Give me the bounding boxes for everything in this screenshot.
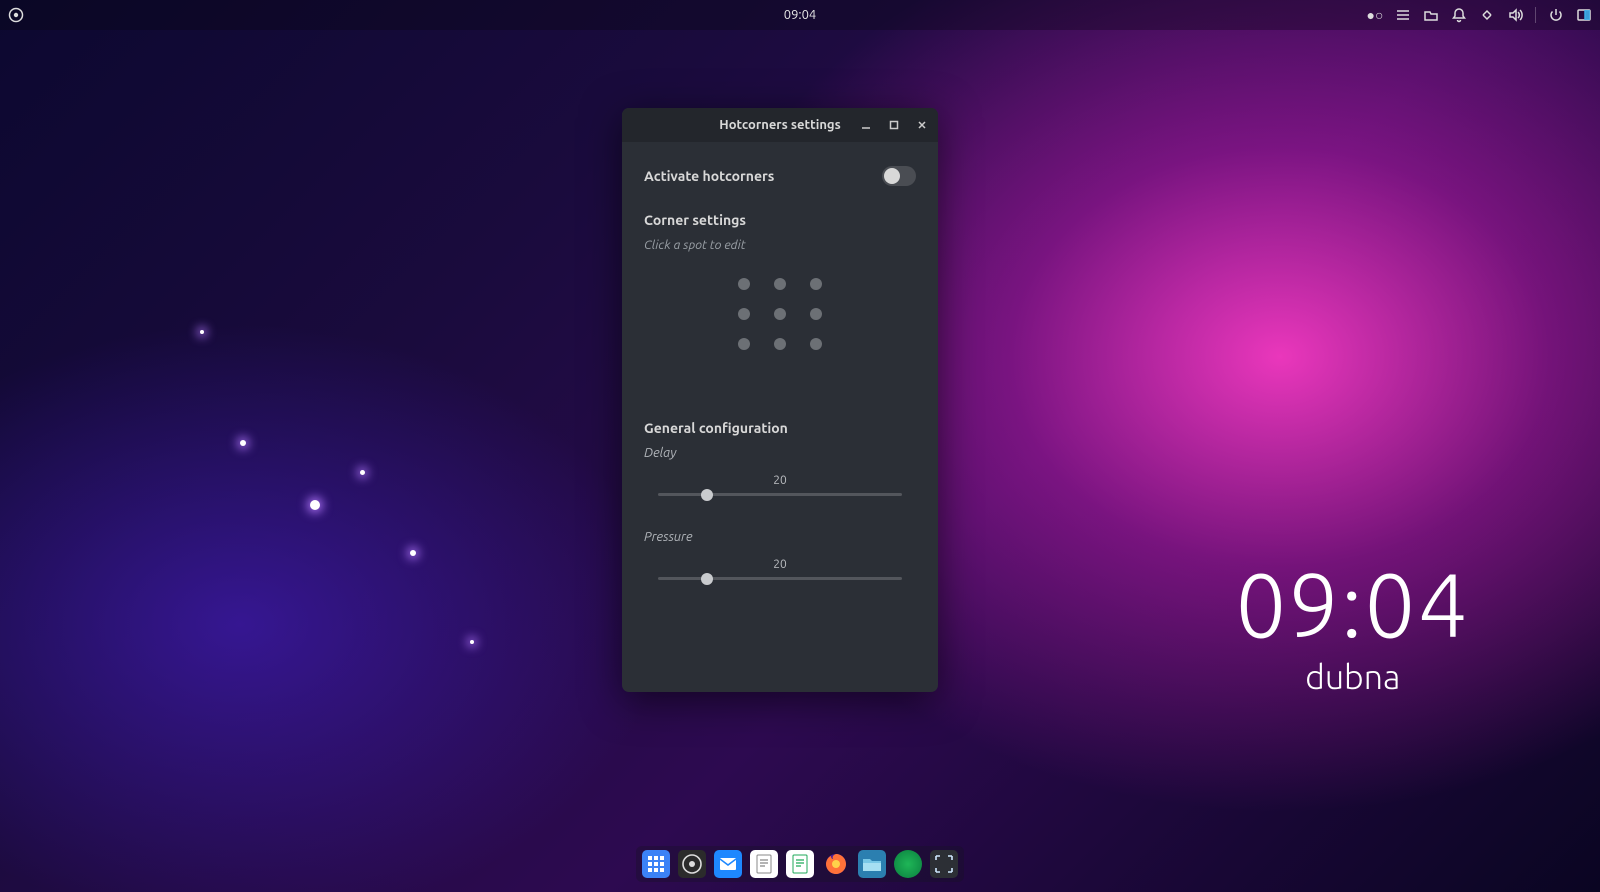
activate-hotcorners-label: Activate hotcorners: [644, 168, 774, 184]
power-icon[interactable]: [1548, 7, 1564, 23]
window-titlebar[interactable]: Hotcorners settings: [622, 108, 938, 142]
corner-spot-top-center[interactable]: [774, 278, 786, 290]
delay-slider[interactable]: [658, 493, 902, 496]
dock-budgie[interactable]: [678, 850, 706, 878]
desktop-clock-date: dubna: [1235, 658, 1470, 696]
panel-clock[interactable]: 09:04: [784, 8, 817, 22]
corner-spot-bottom-center[interactable]: [774, 338, 786, 350]
raven-sidebar-icon[interactable]: [1576, 7, 1592, 23]
tray-separator: [1535, 7, 1536, 23]
corner-spot-bottom-right[interactable]: [810, 338, 822, 350]
activate-hotcorners-toggle[interactable]: [882, 166, 916, 186]
desktop-clock-widget: 09:04 dubna: [1235, 560, 1470, 696]
dock-app-grid[interactable]: [642, 850, 670, 878]
corner-spot-bottom-left[interactable]: [738, 338, 750, 350]
dock: [636, 846, 964, 882]
menu-icon[interactable]: [1395, 7, 1411, 23]
dock-files[interactable]: [858, 850, 886, 878]
general-config-heading: General configuration: [644, 420, 916, 436]
dock-libreoffice[interactable]: [786, 850, 814, 878]
hotcorners-settings-window: Hotcorners settings Activate hotcorners …: [622, 108, 938, 692]
dock-screenshot[interactable]: [930, 850, 958, 878]
window-title: Hotcorners settings: [719, 118, 840, 132]
notifications-icon[interactable]: [1451, 7, 1467, 23]
budgie-menu-icon[interactable]: [8, 7, 24, 23]
files-tray-icon[interactable]: [1423, 7, 1439, 23]
delay-slider-thumb[interactable]: [701, 489, 713, 501]
window-close-button[interactable]: [912, 115, 932, 135]
pressure-value: 20: [644, 558, 916, 571]
network-icon[interactable]: [1479, 7, 1495, 23]
dock-mail[interactable]: [714, 850, 742, 878]
window-maximize-button[interactable]: [884, 115, 904, 135]
corner-spot-top-right[interactable]: [810, 278, 822, 290]
desktop-clock-time: 09:04: [1235, 560, 1470, 650]
corner-spot-middle-center[interactable]: [774, 308, 786, 320]
top-panel: 09:04 ●○: [0, 0, 1600, 30]
corner-spot-top-left[interactable]: [738, 278, 750, 290]
corner-spot-middle-right[interactable]: [810, 308, 822, 320]
dock-text-editor[interactable]: [750, 850, 778, 878]
pressure-slider-thumb[interactable]: [701, 573, 713, 585]
window-minimize-button[interactable]: [856, 115, 876, 135]
volume-icon[interactable]: [1507, 7, 1523, 23]
corner-settings-heading: Corner settings: [644, 212, 916, 228]
delay-label: Delay: [644, 446, 916, 460]
pressure-label: Pressure: [644, 530, 916, 544]
delay-value: 20: [644, 474, 916, 487]
dock-firefox[interactable]: [822, 850, 850, 878]
corner-grid: [644, 278, 916, 350]
dock-terminal[interactable]: [894, 850, 922, 878]
keyboard-layout-icon[interactable]: ●○: [1367, 7, 1383, 23]
corner-settings-hint: Click a spot to edit: [644, 238, 916, 252]
pressure-slider[interactable]: [658, 577, 902, 580]
corner-spot-middle-left[interactable]: [738, 308, 750, 320]
